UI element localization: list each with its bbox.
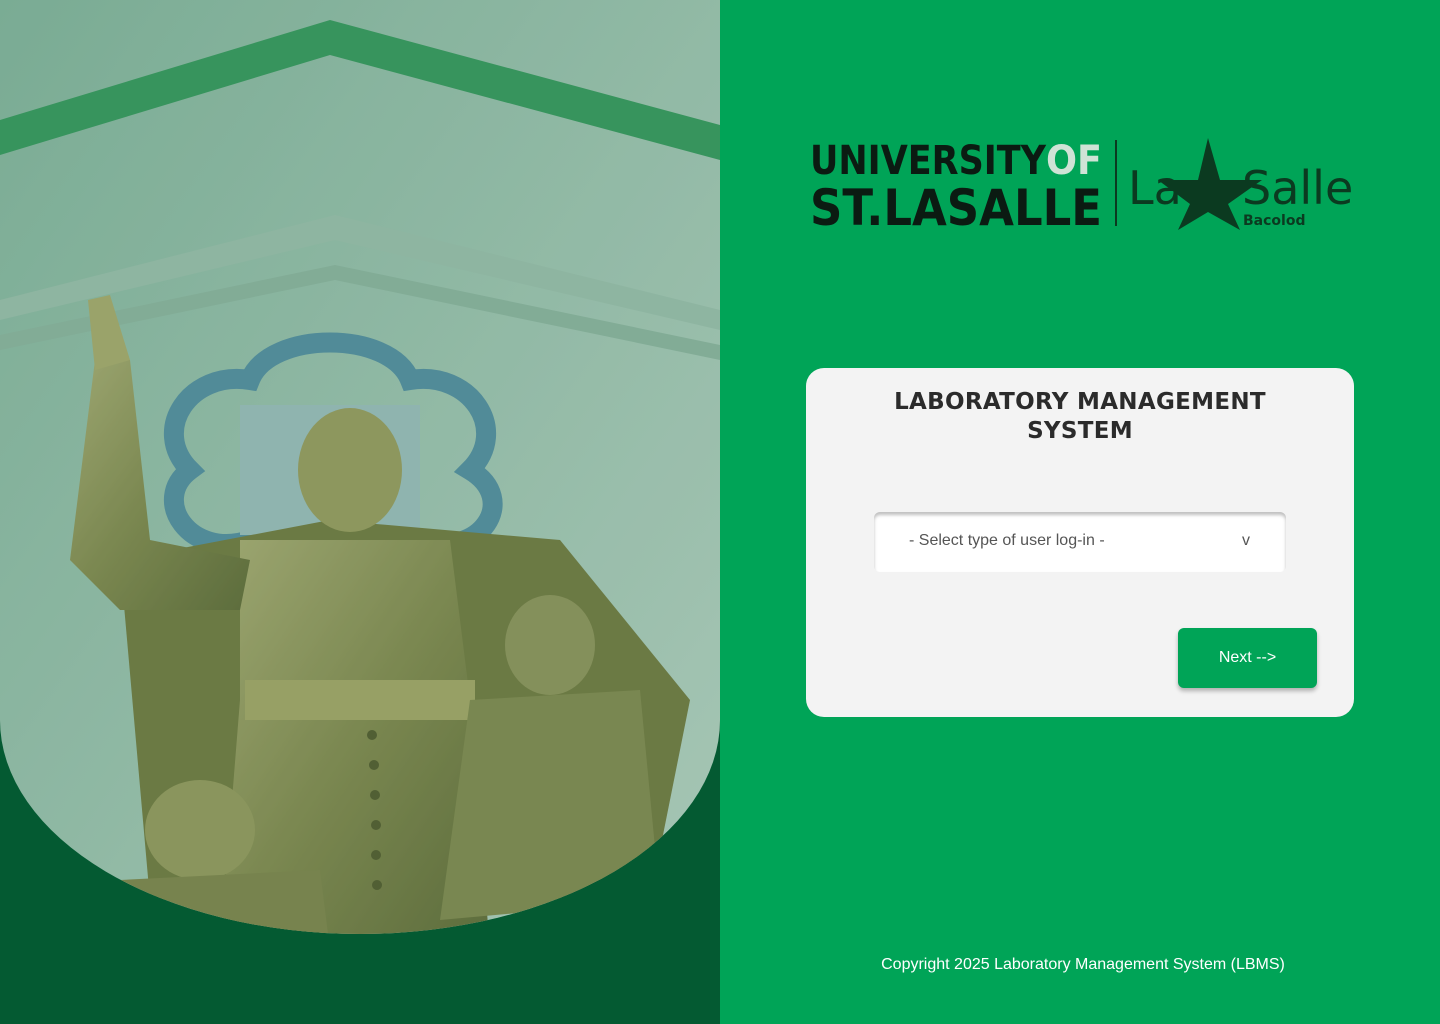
login-card: LABORATORY MANAGEMENT SYSTEM - Select ty…	[806, 368, 1354, 717]
logo-bacolod-text: Bacolod	[1243, 213, 1305, 229]
chevron-down-icon: v	[1242, 532, 1250, 549]
statue-photo	[0, 0, 720, 934]
login-panel: UNIVERSITY OF ST.LASALLE La Salle Bacolo…	[720, 0, 1440, 1024]
university-logo: UNIVERSITY OF ST.LASALLE La Salle Bacolo…	[810, 132, 1370, 237]
logo-divider	[1115, 140, 1117, 226]
logo-university-text: UNIVERSITY	[810, 138, 1047, 184]
next-button[interactable]: Next -->	[1178, 628, 1317, 688]
system-title-text: LABORATORY MANAGEMENT SYSTEM	[894, 389, 1266, 444]
logo-of-text: OF	[1046, 138, 1102, 184]
select-placeholder: - Select type of user log-in -	[909, 532, 1105, 549]
logo-salle-text: Salle	[1242, 161, 1353, 215]
logo-stlasalle-text: ST.LASALLE	[810, 179, 1102, 236]
login-page: UNIVERSITY OF ST.LASALLE La Salle Bacolo…	[0, 0, 1440, 1024]
system-title: LABORATORY MANAGEMENT SYSTEM	[806, 388, 1354, 446]
hero-image-panel	[0, 0, 720, 1024]
copyright-text: Copyright 2025 Laboratory Management Sys…	[881, 956, 1285, 973]
user-type-select[interactable]: - Select type of user log-in - v	[874, 512, 1286, 572]
